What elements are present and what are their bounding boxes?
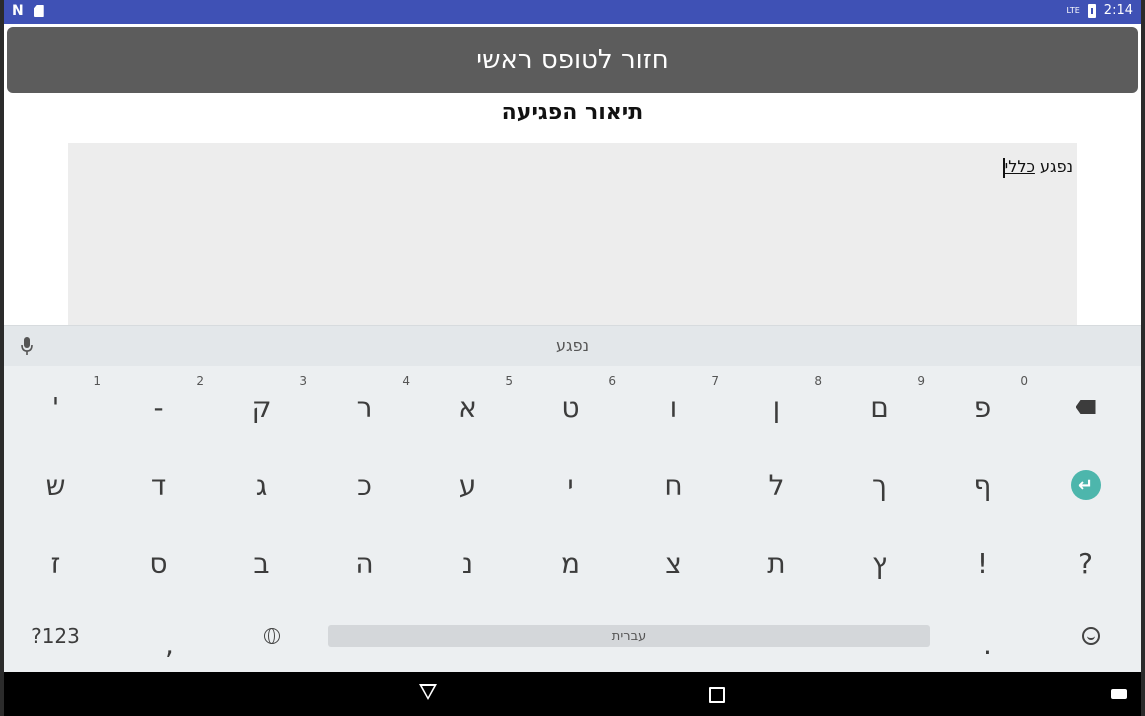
- key-label: ו: [669, 390, 678, 424]
- key-row1-3[interactable]: ק 3: [210, 368, 313, 446]
- key-row1-5[interactable]: א 5: [416, 368, 519, 446]
- page-title: תיאור הפגיעה: [501, 100, 644, 125]
- key-row2-5[interactable]: ע: [416, 446, 519, 524]
- key-row2-4[interactable]: כ: [313, 446, 416, 524]
- clock: 2:14: [1103, 3, 1133, 18]
- key-label: ר: [356, 390, 373, 424]
- textarea-text: נפגע: [1034, 157, 1073, 176]
- textarea-content: נפגע כללי: [1002, 157, 1073, 178]
- key-hint: 6: [608, 374, 616, 388]
- enter-icon: ↵: [1070, 470, 1101, 500]
- key-hint: 2: [196, 374, 204, 388]
- key-label: פ: [973, 390, 992, 424]
- key-hint: 0: [1020, 374, 1028, 388]
- key-row2-10[interactable]: ף: [931, 446, 1034, 524]
- notification-n-icon: N: [12, 3, 24, 19]
- key-row2-3[interactable]: ג: [210, 446, 313, 524]
- suggestion-bar: נפגע: [4, 325, 1141, 366]
- key-row3-11[interactable]: ?: [1034, 524, 1137, 602]
- key-hint: 4: [402, 374, 410, 388]
- key-row3-8[interactable]: ת: [725, 524, 828, 602]
- key-row3-6[interactable]: מ: [519, 524, 622, 602]
- recents-square-icon[interactable]: [709, 687, 725, 703]
- suggestion-word[interactable]: נפגע: [4, 336, 1141, 355]
- key-row1-4[interactable]: ר 4: [313, 368, 416, 446]
- emoji-icon: [1081, 627, 1100, 645]
- key-hint: 8: [814, 374, 822, 388]
- backspace-key[interactable]: [1034, 368, 1137, 446]
- enter-key[interactable]: ↵: [1034, 446, 1137, 524]
- key-hint: 5: [505, 374, 513, 388]
- key-row1-1[interactable]: ' 1: [4, 368, 107, 446]
- sd-card-icon: [33, 5, 44, 17]
- key-hint: 3: [299, 374, 307, 388]
- key-row2-9[interactable]: ך: [828, 446, 931, 524]
- key-row1-8[interactable]: ן 8: [725, 368, 828, 446]
- key-row1-9[interactable]: ם 9: [828, 368, 931, 446]
- key-row3-2[interactable]: ס: [107, 524, 210, 602]
- back-to-main-form-button[interactable]: חזור לטופס ראשי: [7, 27, 1138, 93]
- key-row3-1[interactable]: ז: [4, 524, 107, 602]
- language-switch-key[interactable]: [220, 597, 323, 675]
- backspace-icon: [1075, 400, 1096, 414]
- key-row2-1[interactable]: ש: [4, 446, 107, 524]
- key-label: א: [458, 390, 477, 424]
- key-label: ק: [251, 390, 272, 424]
- key-row2-8[interactable]: ל: [725, 446, 828, 524]
- key-row3-4[interactable]: ה: [313, 524, 416, 602]
- space-bar[interactable]: עברית: [328, 625, 930, 647]
- key-row3-9[interactable]: ץ: [828, 524, 931, 602]
- key-row2-7[interactable]: ח: [622, 446, 725, 524]
- key-hint: 1: [93, 374, 101, 388]
- key-label: ט: [561, 390, 580, 424]
- globe-icon: [263, 628, 280, 644]
- key-label: -: [153, 390, 164, 424]
- emoji-key[interactable]: [1039, 597, 1142, 675]
- network-type: LTE: [1066, 6, 1080, 15]
- key-hint: 7: [711, 374, 719, 388]
- key-row1-10[interactable]: פ 0: [931, 368, 1034, 446]
- key-row2-2[interactable]: ד: [107, 446, 210, 524]
- soft-keyboard: נפגע ' 1 - 2 ק 3 ר 4 א 5 ט 6 ו 7 ן 8 ם 9…: [4, 325, 1141, 672]
- key-label: ן: [772, 390, 781, 424]
- key-row1-6[interactable]: ט 6: [519, 368, 622, 446]
- battery-icon: [1087, 3, 1096, 18]
- key-row3-5[interactable]: נ: [416, 524, 519, 602]
- key-hint: 9: [917, 374, 925, 388]
- injury-description-textarea[interactable]: נפגע כללי: [68, 143, 1077, 325]
- key-row2-6[interactable]: י: [519, 446, 622, 524]
- key-label: ם: [870, 390, 889, 424]
- key-row3-10[interactable]: !: [931, 524, 1034, 602]
- symbols-key[interactable]: ?123: [4, 597, 107, 675]
- key-row1-7[interactable]: ו 7: [622, 368, 725, 446]
- navigation-bar: [0, 672, 1145, 716]
- status-bar: N LTE 2:14: [0, 0, 1145, 24]
- key-row1-2[interactable]: - 2: [107, 368, 210, 446]
- back-triangle-icon[interactable]: [419, 684, 437, 700]
- keyboard-switch-icon[interactable]: [1111, 689, 1127, 699]
- composing-word: כללי: [1004, 157, 1035, 176]
- key-row3-3[interactable]: ב: [210, 524, 313, 602]
- key-label: ': [51, 390, 60, 424]
- key-row3-7[interactable]: צ: [622, 524, 725, 602]
